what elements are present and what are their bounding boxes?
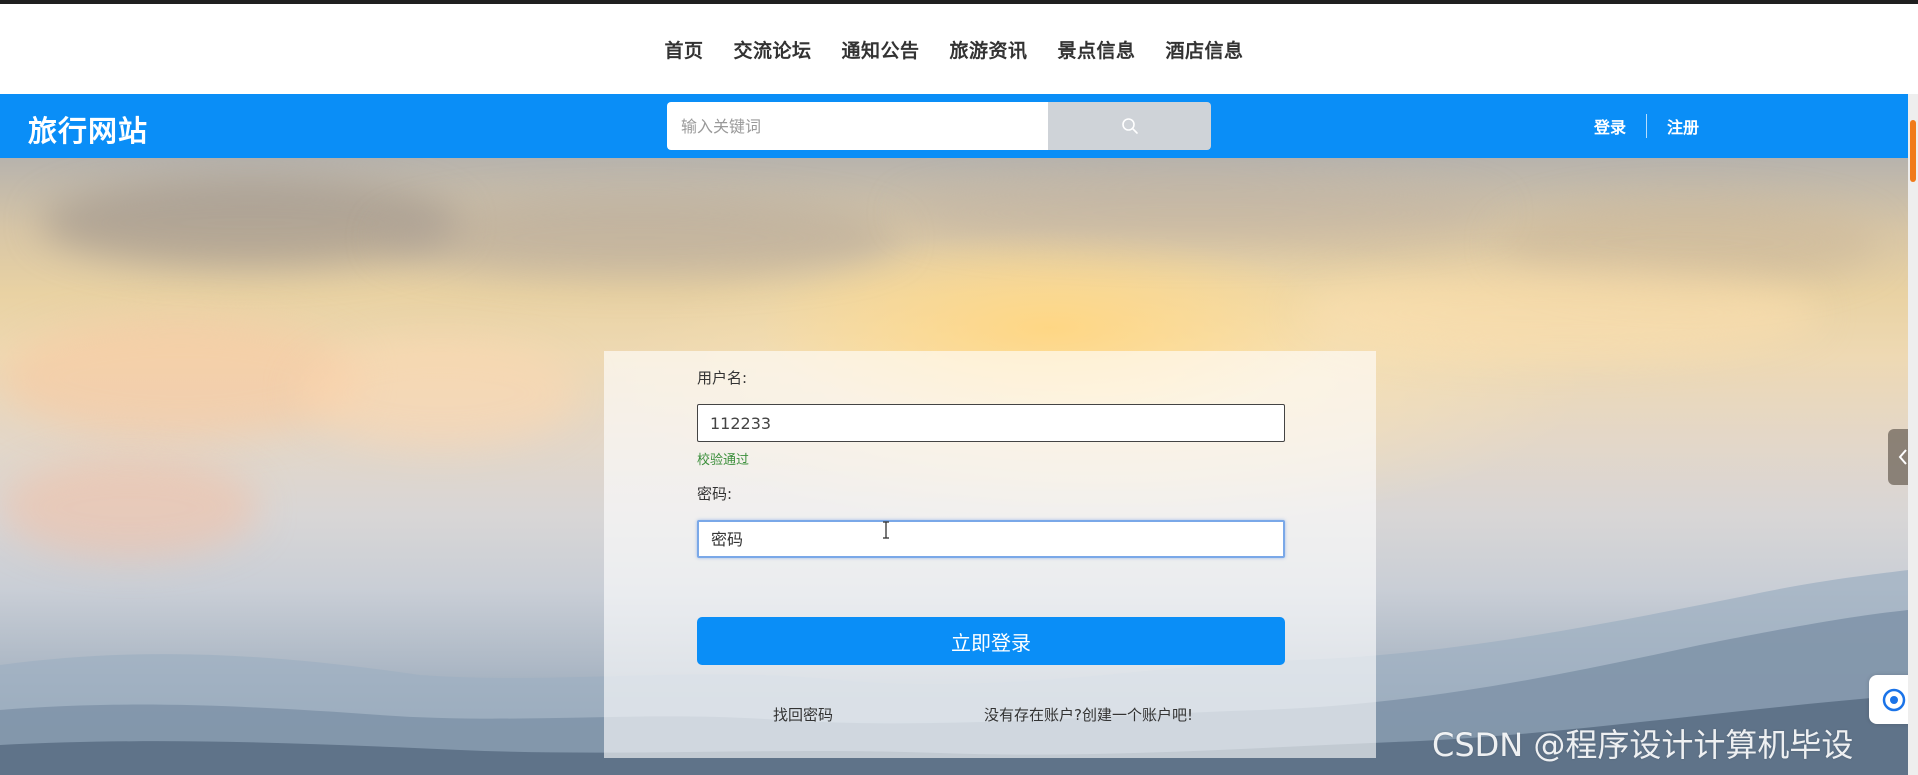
cloud-shape [300,338,580,448]
nav-item-home[interactable]: 首页 [664,36,703,63]
nav-item-forum[interactable]: 交流论坛 [733,36,811,63]
login-form-panel: 用户名: 校验通过 密码: 立即登录 找回密码 没有存在账户?创建一个账户吧! [604,351,1376,758]
create-account-link[interactable]: 没有存在账户?创建一个账户吧! [984,704,1193,725]
top-navigation: 首页 交流论坛 通知公告 旅游资讯 景点信息 酒店信息 [0,4,1908,94]
cloud-shape [900,178,1500,248]
username-label: 用户名: [697,369,748,387]
page-scrollbar-track[interactable] [1908,94,1918,775]
username-input[interactable] [697,404,1285,442]
header-register-link[interactable]: 注册 [1667,114,1699,138]
site-logo[interactable]: 旅行网站 [28,108,148,150]
site-header: 旅行网站 登录 注册 [0,94,1908,158]
cloud-shape [1300,268,1820,358]
nav-item-attractions[interactable]: 景点信息 [1058,36,1136,63]
forgot-password-link[interactable]: 找回密码 [773,704,833,725]
username-validation-message: 校验通过 [697,453,750,468]
nav-item-hotels[interactable]: 酒店信息 [1166,36,1244,63]
text-cursor-icon [883,521,889,539]
header-link-divider [1646,114,1648,138]
password-input[interactable] [697,520,1285,558]
login-submit-button[interactable]: 立即登录 [697,617,1285,665]
search-icon [1121,118,1138,134]
cloud-shape [380,198,900,278]
nav-item-announcements[interactable]: 通知公告 [841,36,919,63]
header-login-link[interactable]: 登录 [1594,114,1626,138]
csdn-watermark: CSDN @程序设计计算机毕设 [1432,726,1854,764]
assistant-icon [1882,688,1905,711]
password-label: 密码: [697,485,733,503]
search-button[interactable] [1048,102,1211,150]
search-bar [667,102,1211,150]
page-scrollbar-thumb[interactable] [1910,120,1916,182]
nav-item-travel-news[interactable]: 旅游资讯 [950,36,1028,63]
auth-links: 登录 注册 [1594,112,1699,140]
search-input[interactable] [667,102,1048,150]
